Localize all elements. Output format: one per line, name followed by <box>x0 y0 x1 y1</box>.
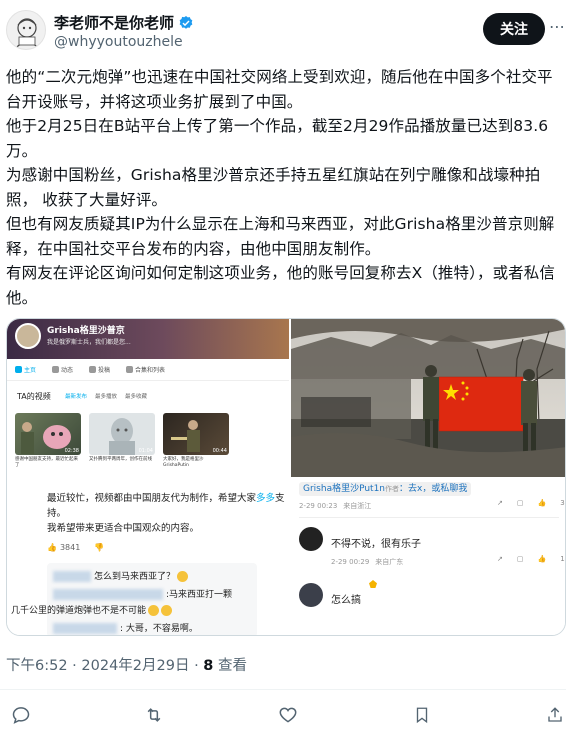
heart-icon <box>279 707 297 723</box>
dynamic-icon <box>52 366 60 373</box>
bili-tab-dynamic: 动态 <box>52 365 73 374</box>
bili-tab-collections: 合集和列表 <box>126 365 165 374</box>
bili-reply-text: 最近较忙，视频都由中国朋友代为制作，希望大家多多支持。 我希望带来更适合中国观众… <box>47 493 285 534</box>
comment-small-icon: ▢ <box>516 499 524 507</box>
bili-channel-sign: 我是俄罗斯士兵，我们都是您... <box>47 339 131 346</box>
collection-icon <box>126 366 134 373</box>
commenter-avatar <box>299 527 323 551</box>
tweet-paragraph: 为感谢中国粉丝，Grisha格里沙普京还手持五星红旗站在列宁雕像和战壕种拍照， … <box>6 166 541 209</box>
share-icon <box>548 707 562 722</box>
tweet-paragraph: 但也有网友质疑其IP为什么显示在上海和马来西亚，对此Grisha格里沙普京则解释… <box>6 215 555 258</box>
bili-video-card: 02:38 感谢中国朋友支持，最近忙起来了 <box>15 413 81 469</box>
more-options-icon[interactable]: ⋯ <box>549 17 566 36</box>
tweet-paragraph: 他的“二次元炮弹”也迅速在中国社交网络上受到欢迎，随后他在中国多个社交平台开设账… <box>6 68 553 111</box>
bili-video-card: 00:44 大家好，我是格里沙 GrishaPutin <box>163 413 229 469</box>
tweet-actions <box>0 702 566 728</box>
tweet-media[interactable]: Grisha格里沙普京 我是俄罗斯士兵，我们都是您... 主页 动态 投稿 合集… <box>6 318 566 636</box>
media-image-bilibili[interactable]: Grisha格里沙普京 我是俄罗斯士兵，我们都是您... 主页 动态 投稿 合集… <box>7 319 289 635</box>
share-small-icon: ↗ <box>497 499 503 507</box>
reply-button[interactable] <box>8 702 34 728</box>
like-small-icon: 👍 <box>537 499 547 507</box>
reply-icon <box>12 707 30 724</box>
thumbs-up-icon: 👍 <box>47 543 57 552</box>
comment-text: 怎么搞 <box>331 595 361 606</box>
share-button[interactable] <box>542 702 566 728</box>
retweet-icon <box>147 708 161 722</box>
bili-avatar <box>15 323 41 349</box>
home-icon <box>15 366 22 373</box>
verified-badge-icon <box>179 15 193 29</box>
divider <box>0 689 566 690</box>
commenter-avatar <box>299 583 323 607</box>
author-display-name[interactable]: 李老师不是你老师 <box>54 12 174 33</box>
tweet-header: 李老师不是你老师 @whyyoutouzhele 关注 ⋯ <box>0 0 566 60</box>
bili-section-title: TA的视频 <box>17 392 51 401</box>
media-image-flag-photo[interactable] <box>291 319 565 477</box>
bili-tab-uploads: 投稿 <box>89 365 110 374</box>
tweet-text: 他的“二次元炮弹”也迅速在中国社交网络上受到欢迎，随后他在中国多个社交平台开设账… <box>6 65 562 310</box>
follow-button[interactable]: 关注 <box>483 13 545 45</box>
comment-text: 不得不说，很有乐子 <box>331 539 421 550</box>
bili-video-card: 01:04 又扑腾到平两周年，创作在前线 <box>89 413 155 469</box>
tweet-paragraph: 有网友在评论区询问如何定制这项业务，他的账号回复称去X（推特），或者私信他。 <box>6 264 555 307</box>
emoji-icon <box>177 571 189 582</box>
comment-small-icon: ▢ <box>516 555 524 563</box>
bili-reply-actions: 👍 3841 👎 <box>47 543 105 552</box>
retweet-button[interactable] <box>141 702 167 728</box>
tweet-paragraph: 他于2月25日在B站平台上传了第一个作品，截至2月29作品播放量已达到83.6万… <box>6 117 549 160</box>
emoji-icon <box>161 605 173 616</box>
bookmark-button[interactable] <box>409 702 435 728</box>
like-button[interactable] <box>275 702 301 728</box>
bili-video-list: 02:38 感谢中国朋友支持，最近忙起来了 01:04 又扑腾到平两周年，创作在… <box>15 413 229 469</box>
emoji-icon <box>148 605 160 616</box>
bili-sort-options: 最新发布 最多播放 最多收藏 <box>65 394 148 400</box>
views-count: 8 <box>203 658 214 674</box>
bili-tabs: 主页 动态 投稿 合集和列表 <box>7 359 289 381</box>
author-avatar[interactable] <box>6 10 46 50</box>
crown-icon <box>369 580 377 588</box>
tweet-timestamp[interactable]: 下午6:52 · 2024年2月29日 · 8 查看 <box>6 654 247 675</box>
like-small-icon: 👍 <box>537 555 547 563</box>
bookmark-icon <box>416 707 428 724</box>
thumbs-down-icon: 👎 <box>94 543 105 552</box>
bili-nested-replies: 怎么到马来西亚了？ :马来西亚打一颗 几千公里的弹道炮弹也不是不可能 : 大哥，… <box>11 563 257 635</box>
bili-channel-name: Grisha格里沙普京 <box>47 326 125 336</box>
comment-reply: Grisha格里沙Put1n作者：去x，或私聊我 <box>299 481 472 496</box>
upload-icon <box>89 366 97 373</box>
author-handle[interactable]: @whyyoutouzhele <box>54 34 183 50</box>
media-image-comments[interactable]: Grisha格里沙Put1n作者：去x，或私聊我 2-29 00:23 来自浙江 … <box>291 479 565 635</box>
bili-tab-home: 主页 <box>15 365 36 374</box>
share-small-icon: ↗ <box>497 555 503 563</box>
